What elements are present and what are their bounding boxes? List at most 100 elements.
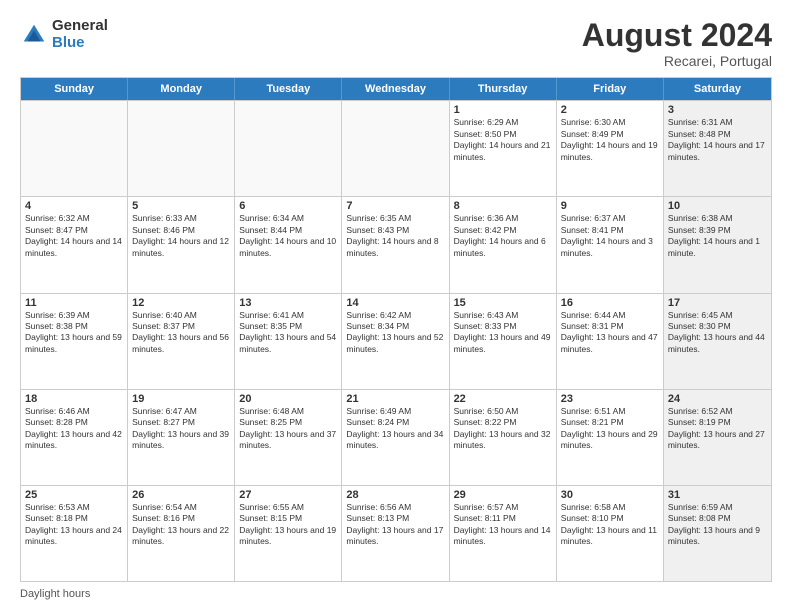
calendar-cell: 15Sunrise: 6:43 AMSunset: 8:33 PMDayligh…	[450, 294, 557, 389]
cell-info: Sunrise: 6:51 AMSunset: 8:21 PMDaylight:…	[561, 406, 659, 452]
day-number: 27	[239, 489, 337, 501]
calendar-cell: 17Sunrise: 6:45 AMSunset: 8:30 PMDayligh…	[664, 294, 771, 389]
calendar-body: 1Sunrise: 6:29 AMSunset: 8:50 PMDaylight…	[21, 100, 771, 581]
cell-info: Sunrise: 6:34 AMSunset: 8:44 PMDaylight:…	[239, 213, 337, 259]
cell-info: Sunrise: 6:37 AMSunset: 8:41 PMDaylight:…	[561, 213, 659, 259]
calendar-cell: 19Sunrise: 6:47 AMSunset: 8:27 PMDayligh…	[128, 390, 235, 485]
calendar-cell: 28Sunrise: 6:56 AMSunset: 8:13 PMDayligh…	[342, 486, 449, 581]
calendar-cell: 14Sunrise: 6:42 AMSunset: 8:34 PMDayligh…	[342, 294, 449, 389]
calendar-row: 18Sunrise: 6:46 AMSunset: 8:28 PMDayligh…	[21, 389, 771, 485]
day-number: 11	[25, 297, 123, 309]
calendar-cell: 27Sunrise: 6:55 AMSunset: 8:15 PMDayligh…	[235, 486, 342, 581]
page: General Blue August 2024 Recarei, Portug…	[0, 0, 792, 612]
calendar-header: SundayMondayTuesdayWednesdayThursdayFrid…	[21, 78, 771, 100]
day-number: 19	[132, 393, 230, 405]
calendar: SundayMondayTuesdayWednesdayThursdayFrid…	[20, 77, 772, 582]
cell-info: Sunrise: 6:48 AMSunset: 8:25 PMDaylight:…	[239, 406, 337, 452]
day-number: 5	[132, 200, 230, 212]
logo-icon	[20, 21, 48, 49]
day-number: 21	[346, 393, 444, 405]
day-number: 18	[25, 393, 123, 405]
calendar-row: 25Sunrise: 6:53 AMSunset: 8:18 PMDayligh…	[21, 485, 771, 581]
calendar-row: 11Sunrise: 6:39 AMSunset: 8:38 PMDayligh…	[21, 293, 771, 389]
calendar-cell: 31Sunrise: 6:59 AMSunset: 8:08 PMDayligh…	[664, 486, 771, 581]
cell-info: Sunrise: 6:57 AMSunset: 8:11 PMDaylight:…	[454, 502, 552, 548]
calendar-cell: 1Sunrise: 6:29 AMSunset: 8:50 PMDaylight…	[450, 101, 557, 196]
logo-general-text: General	[52, 18, 108, 35]
calendar-cell: 25Sunrise: 6:53 AMSunset: 8:18 PMDayligh…	[21, 486, 128, 581]
day-number: 13	[239, 297, 337, 309]
calendar-cell: 21Sunrise: 6:49 AMSunset: 8:24 PMDayligh…	[342, 390, 449, 485]
calendar-cell: 11Sunrise: 6:39 AMSunset: 8:38 PMDayligh…	[21, 294, 128, 389]
calendar-cell: 29Sunrise: 6:57 AMSunset: 8:11 PMDayligh…	[450, 486, 557, 581]
header: General Blue August 2024 Recarei, Portug…	[20, 18, 772, 69]
calendar-cell: 26Sunrise: 6:54 AMSunset: 8:16 PMDayligh…	[128, 486, 235, 581]
cell-info: Sunrise: 6:45 AMSunset: 8:30 PMDaylight:…	[668, 310, 767, 356]
day-number: 3	[668, 104, 767, 116]
cal-header-day: Saturday	[664, 78, 771, 100]
calendar-cell	[128, 101, 235, 196]
day-number: 28	[346, 489, 444, 501]
cell-info: Sunrise: 6:50 AMSunset: 8:22 PMDaylight:…	[454, 406, 552, 452]
calendar-cell: 23Sunrise: 6:51 AMSunset: 8:21 PMDayligh…	[557, 390, 664, 485]
cell-info: Sunrise: 6:58 AMSunset: 8:10 PMDaylight:…	[561, 502, 659, 548]
cell-info: Sunrise: 6:42 AMSunset: 8:34 PMDaylight:…	[346, 310, 444, 356]
cell-info: Sunrise: 6:47 AMSunset: 8:27 PMDaylight:…	[132, 406, 230, 452]
day-number: 30	[561, 489, 659, 501]
cell-info: Sunrise: 6:38 AMSunset: 8:39 PMDaylight:…	[668, 213, 767, 259]
calendar-cell: 8Sunrise: 6:36 AMSunset: 8:42 PMDaylight…	[450, 197, 557, 292]
cell-info: Sunrise: 6:40 AMSunset: 8:37 PMDaylight:…	[132, 310, 230, 356]
day-number: 10	[668, 200, 767, 212]
cell-info: Sunrise: 6:33 AMSunset: 8:46 PMDaylight:…	[132, 213, 230, 259]
calendar-cell: 22Sunrise: 6:50 AMSunset: 8:22 PMDayligh…	[450, 390, 557, 485]
day-number: 14	[346, 297, 444, 309]
calendar-cell: 30Sunrise: 6:58 AMSunset: 8:10 PMDayligh…	[557, 486, 664, 581]
cell-info: Sunrise: 6:52 AMSunset: 8:19 PMDaylight:…	[668, 406, 767, 452]
calendar-cell: 6Sunrise: 6:34 AMSunset: 8:44 PMDaylight…	[235, 197, 342, 292]
cell-info: Sunrise: 6:55 AMSunset: 8:15 PMDaylight:…	[239, 502, 337, 548]
cell-info: Sunrise: 6:56 AMSunset: 8:13 PMDaylight:…	[346, 502, 444, 548]
calendar-cell: 12Sunrise: 6:40 AMSunset: 8:37 PMDayligh…	[128, 294, 235, 389]
cell-info: Sunrise: 6:32 AMSunset: 8:47 PMDaylight:…	[25, 213, 123, 259]
title-block: August 2024 Recarei, Portugal	[582, 18, 772, 69]
cell-info: Sunrise: 6:41 AMSunset: 8:35 PMDaylight:…	[239, 310, 337, 356]
cell-info: Sunrise: 6:29 AMSunset: 8:50 PMDaylight:…	[454, 117, 552, 163]
day-number: 17	[668, 297, 767, 309]
calendar-row: 1Sunrise: 6:29 AMSunset: 8:50 PMDaylight…	[21, 100, 771, 196]
month-title: August 2024	[582, 18, 772, 53]
cal-header-day: Friday	[557, 78, 664, 100]
calendar-cell: 16Sunrise: 6:44 AMSunset: 8:31 PMDayligh…	[557, 294, 664, 389]
logo-blue-text: Blue	[52, 35, 108, 52]
calendar-row: 4Sunrise: 6:32 AMSunset: 8:47 PMDaylight…	[21, 196, 771, 292]
day-number: 6	[239, 200, 337, 212]
cal-header-day: Sunday	[21, 78, 128, 100]
cell-info: Sunrise: 6:46 AMSunset: 8:28 PMDaylight:…	[25, 406, 123, 452]
day-number: 24	[668, 393, 767, 405]
calendar-cell: 3Sunrise: 6:31 AMSunset: 8:48 PMDaylight…	[664, 101, 771, 196]
cell-info: Sunrise: 6:36 AMSunset: 8:42 PMDaylight:…	[454, 213, 552, 259]
cell-info: Sunrise: 6:59 AMSunset: 8:08 PMDaylight:…	[668, 502, 767, 548]
calendar-cell: 9Sunrise: 6:37 AMSunset: 8:41 PMDaylight…	[557, 197, 664, 292]
cell-info: Sunrise: 6:30 AMSunset: 8:49 PMDaylight:…	[561, 117, 659, 163]
day-number: 12	[132, 297, 230, 309]
day-number: 20	[239, 393, 337, 405]
calendar-cell: 4Sunrise: 6:32 AMSunset: 8:47 PMDaylight…	[21, 197, 128, 292]
day-number: 29	[454, 489, 552, 501]
cell-info: Sunrise: 6:49 AMSunset: 8:24 PMDaylight:…	[346, 406, 444, 452]
day-number: 25	[25, 489, 123, 501]
cal-header-day: Thursday	[450, 78, 557, 100]
logo: General Blue	[20, 18, 108, 51]
calendar-cell: 7Sunrise: 6:35 AMSunset: 8:43 PMDaylight…	[342, 197, 449, 292]
day-number: 15	[454, 297, 552, 309]
daylight-label: Daylight hours	[20, 588, 90, 600]
day-number: 2	[561, 104, 659, 116]
logo-text: General Blue	[52, 18, 108, 51]
cell-info: Sunrise: 6:35 AMSunset: 8:43 PMDaylight:…	[346, 213, 444, 259]
day-number: 8	[454, 200, 552, 212]
cal-header-day: Monday	[128, 78, 235, 100]
day-number: 1	[454, 104, 552, 116]
calendar-cell	[235, 101, 342, 196]
calendar-cell: 18Sunrise: 6:46 AMSunset: 8:28 PMDayligh…	[21, 390, 128, 485]
day-number: 4	[25, 200, 123, 212]
location-subtitle: Recarei, Portugal	[582, 53, 772, 69]
